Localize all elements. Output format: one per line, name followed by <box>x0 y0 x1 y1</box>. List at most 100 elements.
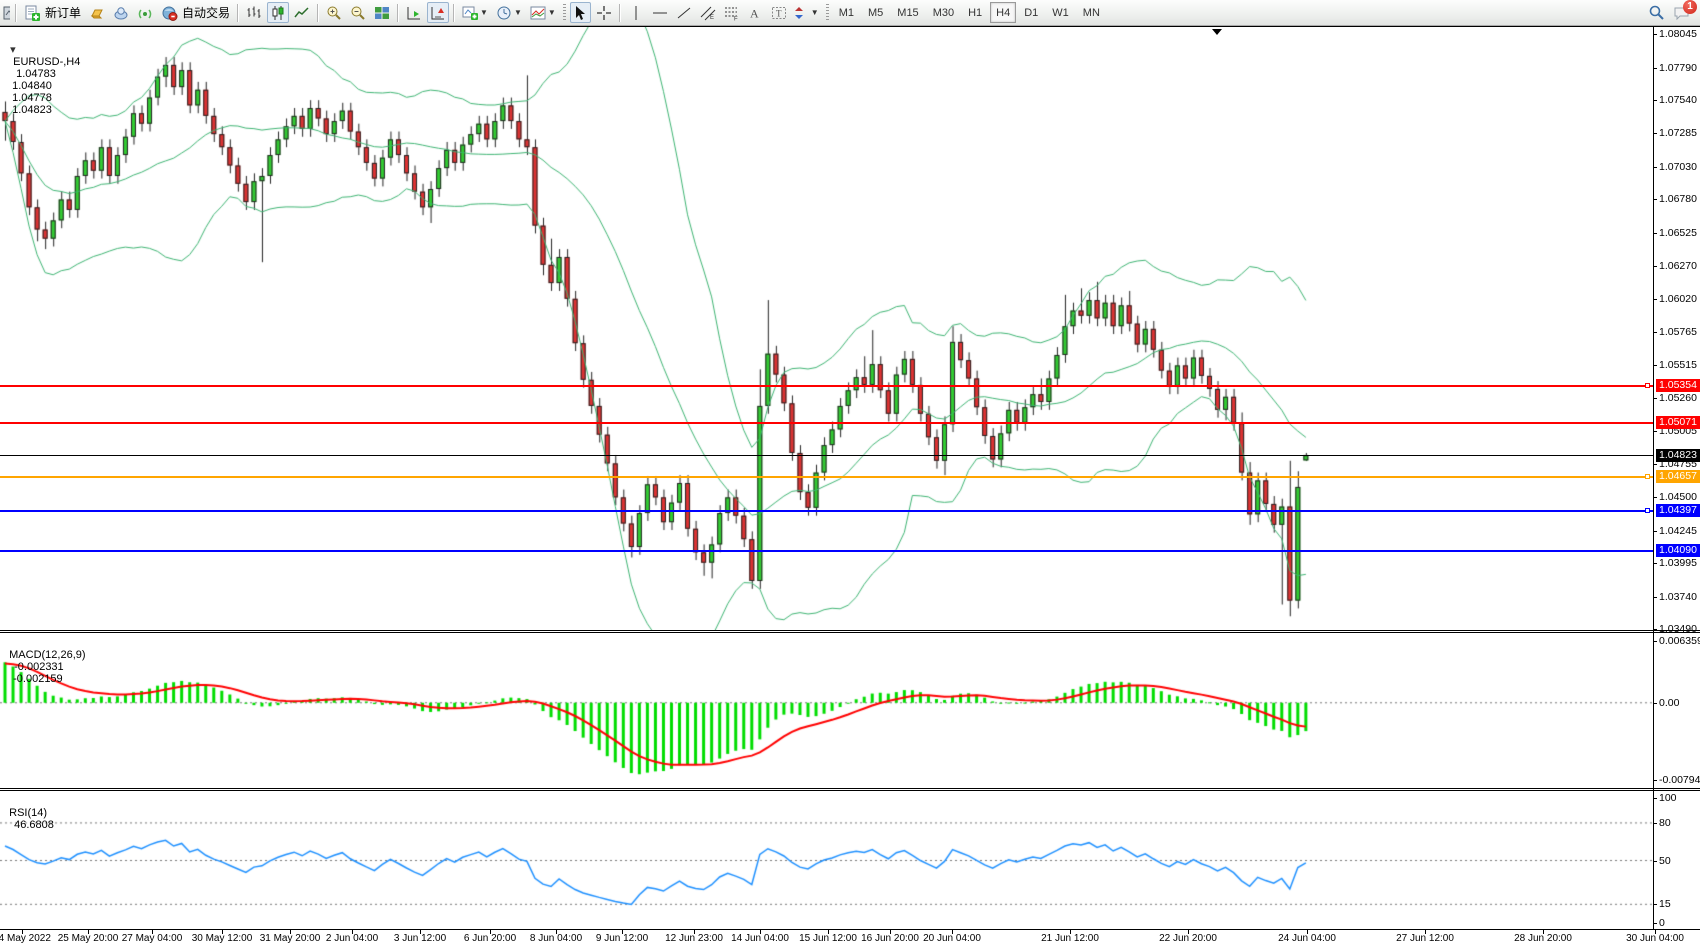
price-level-line-1.05354[interactable] <box>0 385 1653 387</box>
toolbar-grip <box>563 4 566 22</box>
timeframe-button-H1[interactable]: H1 <box>962 2 988 23</box>
separator <box>237 4 239 22</box>
time-tick-label: 31 May 20:00 <box>260 933 321 944</box>
price-tick <box>1653 464 1657 465</box>
auto-scroll-button[interactable] <box>403 2 425 23</box>
price-tick <box>1653 68 1657 69</box>
indicators-icon <box>462 5 478 21</box>
price-tick-label: 1.07030 <box>1659 161 1697 173</box>
timeframe-toolbar: M1M5M15M30H1H4D1W1MN <box>832 2 1107 23</box>
candlestick-mode-button[interactable] <box>267 2 289 23</box>
channel-tool-button[interactable]: E <box>697 2 719 23</box>
trendline-tool-button[interactable] <box>673 2 695 23</box>
rsi-tick <box>1653 923 1657 924</box>
signals-button[interactable] <box>134 2 156 23</box>
line-chart-mode-button[interactable] <box>291 2 313 23</box>
timeframe-button-M5[interactable]: M5 <box>862 2 889 23</box>
vertical-line-icon <box>628 5 644 21</box>
timeframe-button-W1[interactable]: W1 <box>1046 2 1075 23</box>
notifications-button[interactable]: 1 <box>1670 2 1694 23</box>
price-tick-label: 1.05260 <box>1659 392 1697 404</box>
price-tick-label: 1.03740 <box>1659 591 1697 603</box>
price-tick-label: 1.07285 <box>1659 127 1697 139</box>
tile-windows-button[interactable] <box>371 2 393 23</box>
price-level-line-1.04823[interactable] <box>0 455 1653 456</box>
macd-panel-canvas[interactable] <box>0 633 1653 788</box>
rsi-label: RSI(14) 46.6808 <box>3 795 54 831</box>
bar-chart-mode-button[interactable] <box>243 2 265 23</box>
price-axis-border <box>1653 26 1654 929</box>
fibonacci-tool-button[interactable]: F <box>721 2 743 23</box>
rsi-panel-canvas[interactable] <box>0 791 1653 929</box>
price-level-line-1.04090[interactable] <box>0 550 1653 552</box>
equidistant-channel-icon: E <box>700 5 716 21</box>
timeframe-button-M30[interactable]: M30 <box>927 2 960 23</box>
time-tick-label: 27 Jun 12:00 <box>1396 933 1454 944</box>
rsi-tick-label: 0 <box>1659 917 1665 929</box>
line-drag-handle[interactable] <box>1645 383 1650 388</box>
vertical-line-tool-button[interactable] <box>625 2 647 23</box>
timeframe-button-MN[interactable]: MN <box>1077 2 1106 23</box>
text-icon: A <box>748 5 762 21</box>
price-chart-canvas[interactable] <box>0 27 1653 630</box>
accounts-button[interactable] <box>110 2 132 23</box>
timeframe-button-D1[interactable]: D1 <box>1018 2 1044 23</box>
macd-tick-label: 0.006359 <box>1659 635 1700 647</box>
rsi-tick-label: 50 <box>1659 855 1671 867</box>
collapse-arrow-icon[interactable]: ▾ <box>10 44 16 56</box>
time-tick-label: 24 May 2022 <box>0 933 51 944</box>
text-label-tool-button[interactable]: T <box>768 2 790 23</box>
new-order-label: 新订单 <box>45 4 81 21</box>
price-level-label-1.04823: 1.04823 <box>1656 449 1700 462</box>
text-tool-button[interactable]: A <box>745 2 766 23</box>
search-button[interactable] <box>1645 2 1668 23</box>
arrows-tool-button[interactable]: ▼ <box>792 2 822 23</box>
price-tick <box>1653 266 1657 267</box>
price-level-line-1.04657[interactable] <box>0 476 1653 478</box>
market-watch-button[interactable] <box>86 2 108 23</box>
cursor-tool-button[interactable] <box>570 2 591 23</box>
svg-text:A: A <box>750 6 759 20</box>
chart-shift-marker[interactable] <box>1212 29 1222 35</box>
indicators-button[interactable]: ▼ <box>459 2 491 23</box>
ohlc-bars-icon <box>246 5 262 21</box>
time-tick-label: 8 Jun 04:00 <box>530 933 582 944</box>
price-tick <box>1653 629 1657 630</box>
price-tick <box>1653 233 1657 234</box>
time-tick-label: 25 May 20:00 <box>58 933 119 944</box>
crosshair-tool-button[interactable] <box>593 2 615 23</box>
zoom-out-button[interactable] <box>347 2 369 23</box>
price-level-label-1.04090: 1.04090 <box>1656 544 1700 557</box>
timeframe-button-M1[interactable]: M1 <box>833 2 860 23</box>
time-tick-label: 6 Jun 20:00 <box>464 933 516 944</box>
templates-button[interactable]: ▼ <box>527 2 559 23</box>
macd-value: -0.002331 <box>14 661 64 673</box>
chart-shift-button[interactable] <box>427 2 449 23</box>
price-tick <box>1653 34 1657 35</box>
periods-button[interactable]: ▼ <box>493 2 525 23</box>
price-tick <box>1653 167 1657 168</box>
tile-windows-icon <box>374 5 390 21</box>
time-tick-label: 16 Jun 20:00 <box>861 933 919 944</box>
autotrade-button[interactable]: 自动交易 <box>158 2 233 23</box>
candlestick-icon <box>270 5 286 21</box>
price-tick <box>1653 299 1657 300</box>
fibonacci-icon: F <box>724 5 740 21</box>
timeframe-button-H4[interactable]: H4 <box>990 2 1016 23</box>
line-drag-handle[interactable] <box>1645 508 1650 513</box>
price-level-line-1.05071[interactable] <box>0 422 1653 424</box>
price-tick-label: 1.06020 <box>1659 293 1697 305</box>
price-tick <box>1653 597 1657 598</box>
price-level-line-1.04397[interactable] <box>0 510 1653 512</box>
time-tick-label: 28 Jun 20:00 <box>1514 933 1572 944</box>
new-order-button[interactable]: 新订单 <box>21 2 84 23</box>
chevron-down-icon: ▼ <box>480 8 488 17</box>
price-tick-label: 1.05765 <box>1659 326 1697 338</box>
timeframe-button-M15[interactable]: M15 <box>891 2 924 23</box>
chart-high: 1.04840 <box>12 80 52 92</box>
horizontal-line-tool-button[interactable] <box>649 2 671 23</box>
line-drag-handle[interactable] <box>1645 474 1650 479</box>
macd-name: MACD(12,26,9) <box>9 649 85 661</box>
zoom-in-button[interactable] <box>323 2 345 23</box>
chevron-down-icon: ▼ <box>811 8 819 17</box>
